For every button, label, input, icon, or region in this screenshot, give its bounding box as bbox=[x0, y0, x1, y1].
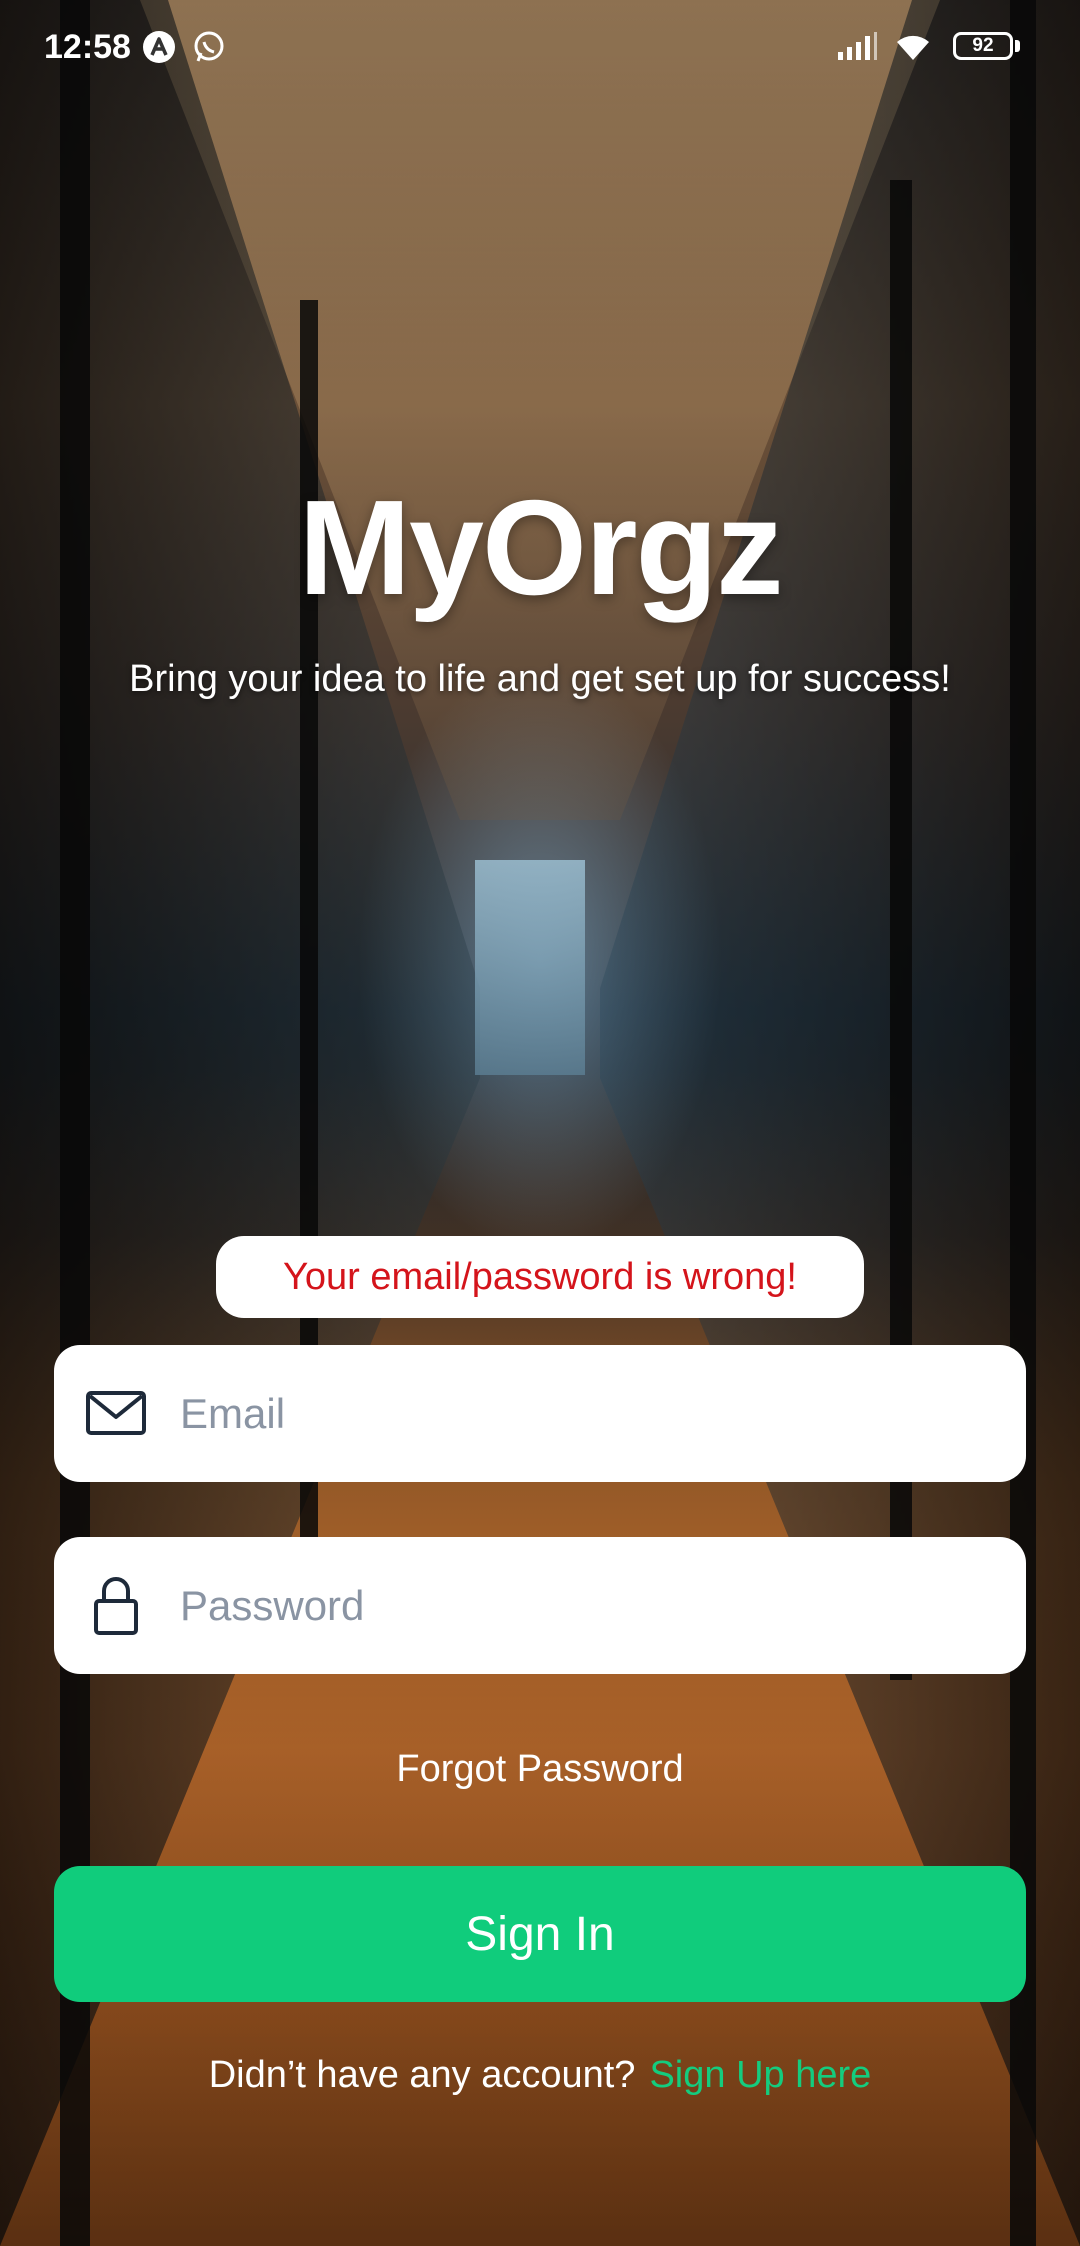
mail-icon bbox=[86, 1391, 146, 1435]
forgot-password-link[interactable]: Forgot Password bbox=[0, 1748, 1080, 1791]
whatsapp-icon bbox=[194, 31, 224, 62]
battery-tip bbox=[1015, 40, 1020, 52]
sign-in-button[interactable]: Sign In bbox=[54, 1866, 1026, 2002]
app-title: MyOrgz bbox=[298, 472, 783, 623]
error-message: Your email/password is wrong! bbox=[216, 1236, 864, 1318]
email-input[interactable] bbox=[180, 1345, 1000, 1482]
battery-icon: 92 bbox=[953, 32, 1013, 60]
signal-icon bbox=[838, 32, 877, 60]
status-bar: 12:58 92 bbox=[0, 0, 1080, 96]
email-field[interactable] bbox=[54, 1345, 1026, 1482]
signup-prompt: Didn’t have any account? bbox=[208, 2054, 636, 2096]
password-field[interactable] bbox=[54, 1537, 1026, 1674]
wifi-icon bbox=[897, 35, 929, 60]
login-screen: 12:58 92 MyOrgz Bring your idea to life … bbox=[0, 0, 1080, 2246]
app-tagline: Bring your idea to life and get set up f… bbox=[129, 658, 951, 700]
lock-icon bbox=[94, 1577, 138, 1635]
sign-up-link[interactable]: Sign Up here bbox=[649, 2054, 871, 2096]
status-time: 12:58 bbox=[44, 28, 131, 66]
app-a-icon bbox=[143, 31, 175, 63]
password-input[interactable] bbox=[180, 1537, 1000, 1674]
background-window bbox=[475, 860, 585, 1075]
signup-row: Didn’t have any account? Sign Up here bbox=[0, 2054, 1080, 2097]
